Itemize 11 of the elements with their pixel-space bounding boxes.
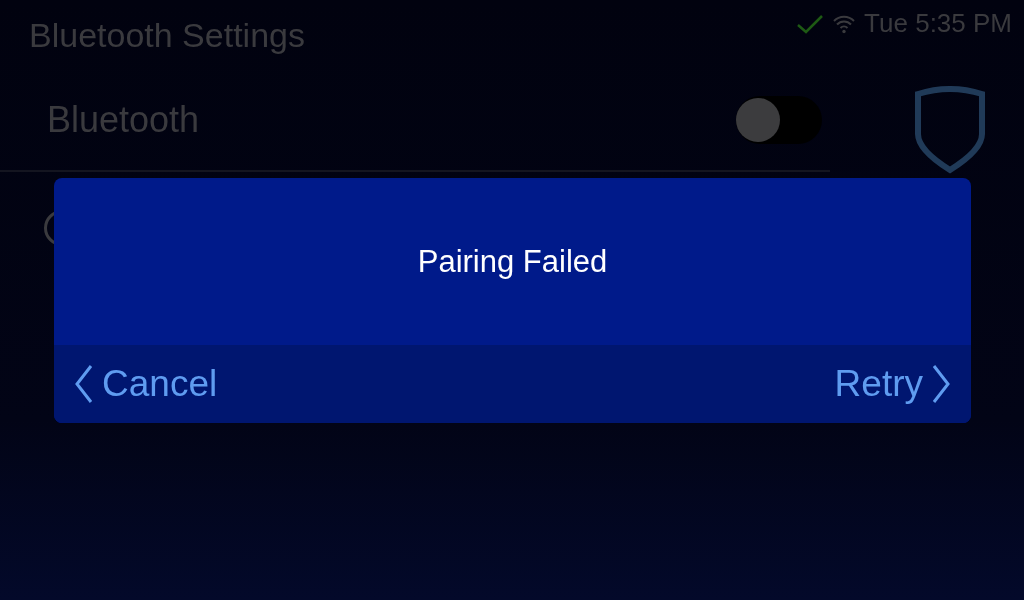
retry-button[interactable]: Retry	[834, 363, 951, 405]
dialog-message: Pairing Failed	[417, 243, 608, 280]
chevron-left-icon	[74, 364, 94, 404]
clock-time: Tue 5:35 PM	[864, 8, 1012, 39]
shield-icon	[912, 86, 988, 174]
toggle-switch[interactable]	[736, 96, 822, 144]
wifi-icon	[832, 13, 857, 34]
screen-title: Bluetooth Settings	[29, 16, 305, 55]
setting-label: Bluetooth	[47, 99, 201, 141]
cancel-button[interactable]: Cancel	[74, 363, 218, 405]
chevron-right-icon	[931, 364, 951, 404]
